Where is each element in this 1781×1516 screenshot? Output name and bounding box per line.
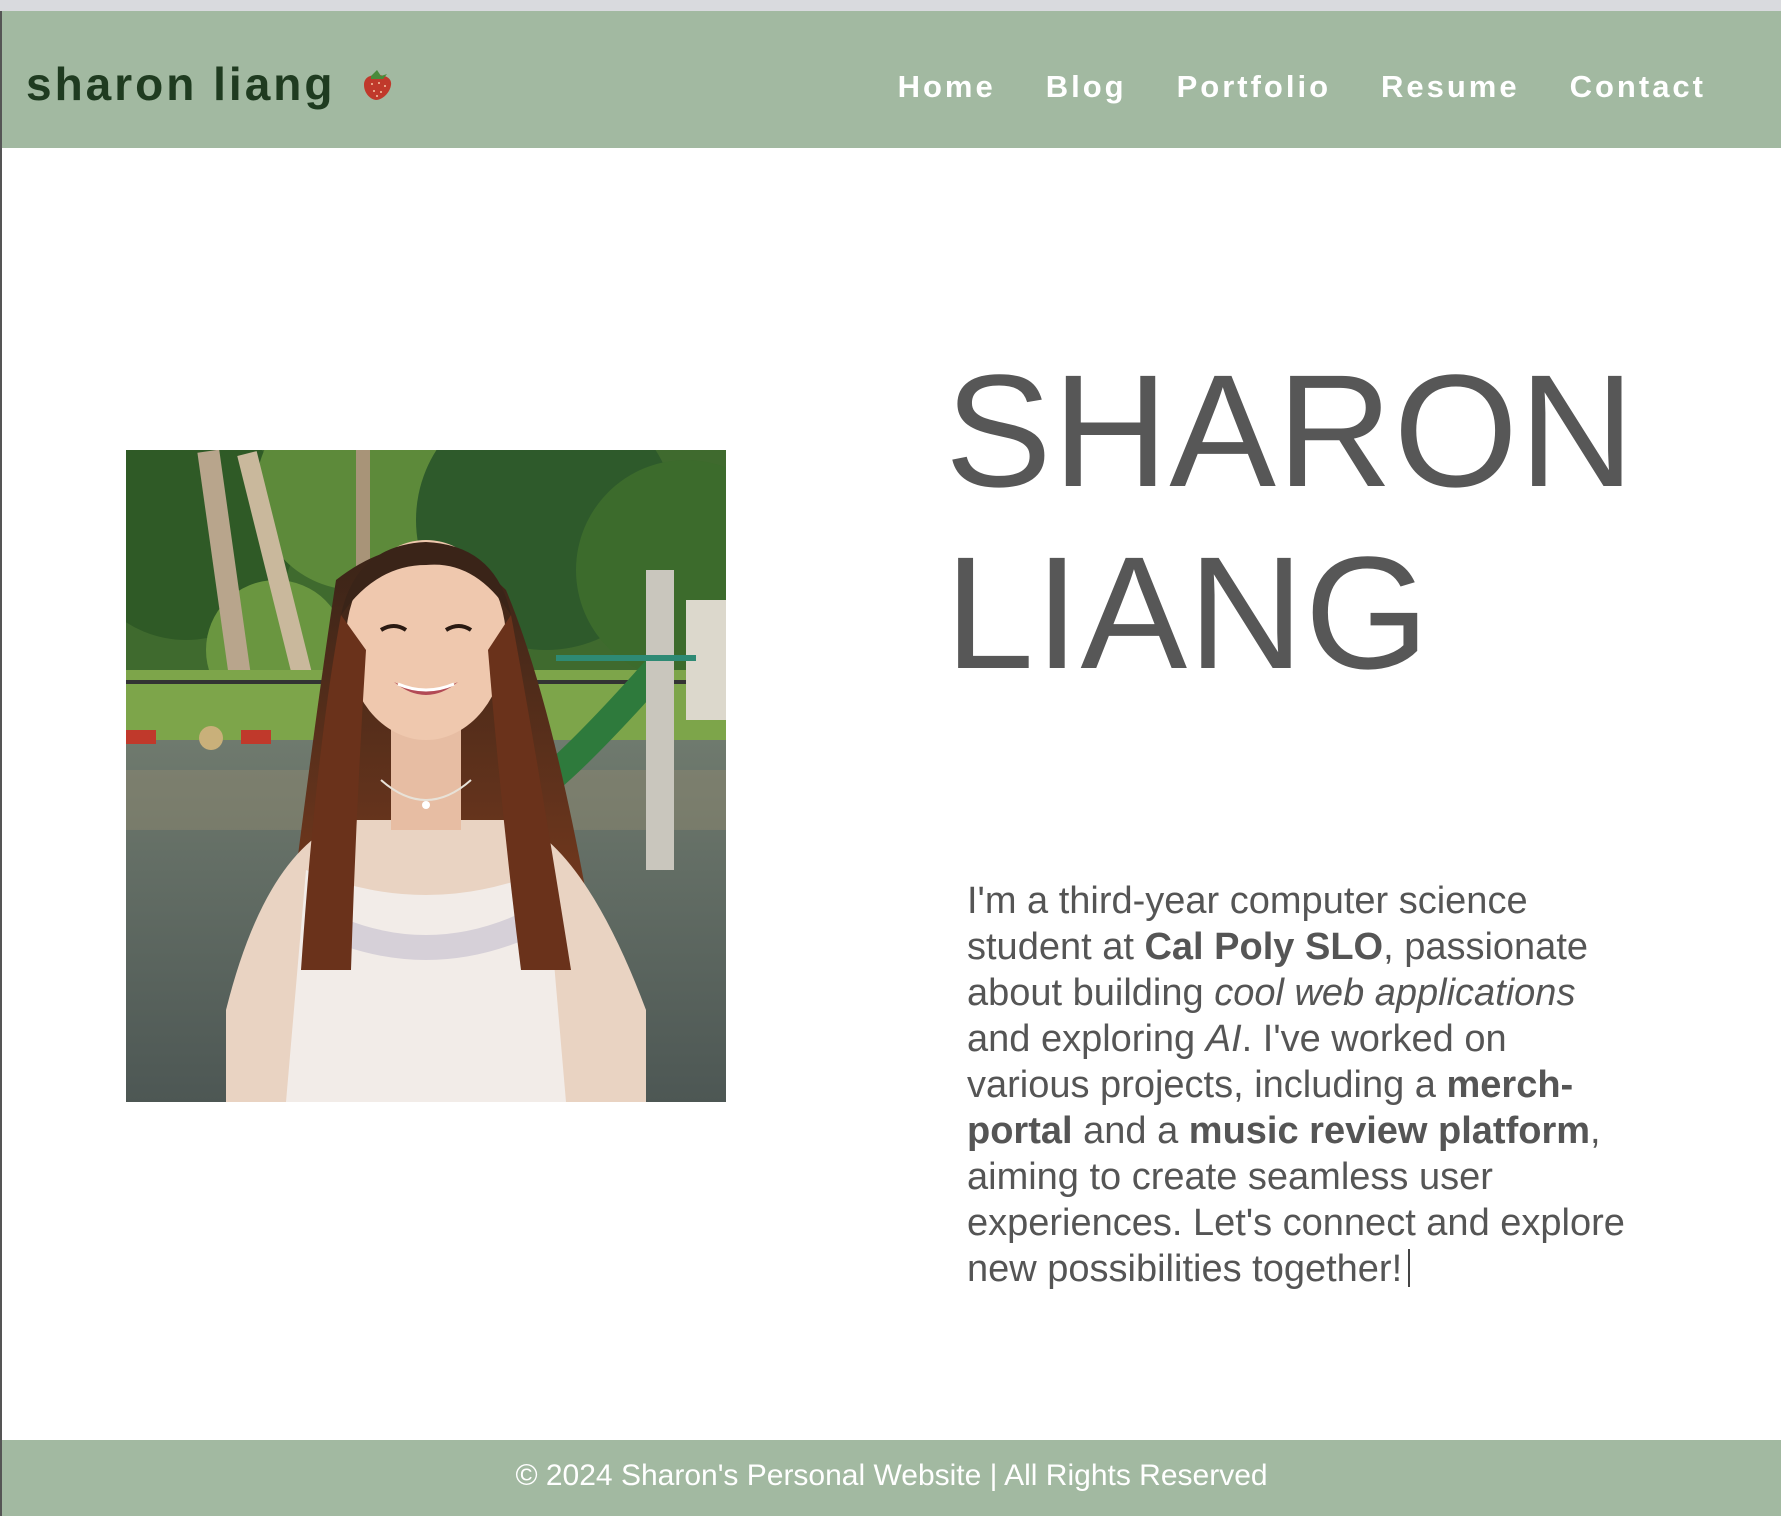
bio-project: music review platform: [1188, 1110, 1591, 1152]
footer-copyright: © 2024 Sharon's Personal Website | All R…: [515, 1459, 1268, 1492]
hero-name-first: SHARON: [945, 341, 1636, 520]
bio-emphasis: AI: [1205, 1018, 1242, 1060]
hero-name: SHARON LIANG: [945, 340, 1636, 704]
strawberry-icon: [361, 67, 393, 101]
main-nav: Home Blog Portfolio Resume Contact: [848, 71, 1706, 102]
profile-photo: [126, 450, 726, 1102]
brand-name: sharon liang: [26, 58, 336, 110]
bio-text: and a: [1072, 1110, 1189, 1152]
profile-photo-illustration: [126, 450, 726, 1102]
brand[interactable]: sharon liang: [26, 61, 393, 107]
footer: © 2024 Sharon's Personal Website | All R…: [2, 1440, 1781, 1516]
typing-caret: [1408, 1249, 1411, 1287]
nav-portfolio-link[interactable]: Portfolio: [1177, 71, 1331, 102]
bio-school: Cal Poly SLO: [1144, 926, 1384, 968]
nav-home-link[interactable]: Home: [898, 71, 996, 102]
bio-text: and exploring: [967, 1018, 1206, 1060]
browser-top-strip: [0, 0, 1781, 11]
bio-emphasis: cool web applications: [1214, 972, 1576, 1014]
nav-blog-link[interactable]: Blog: [1046, 71, 1127, 102]
nav-contact-link[interactable]: Contact: [1570, 71, 1706, 102]
window-edge: [0, 11, 2, 1516]
hero-name-last: LIANG: [945, 523, 1431, 702]
navbar: sharon liang Home Blog Portfolio Resume …: [2, 11, 1781, 148]
bio-paragraph: I'm a third-year computer science studen…: [967, 878, 1627, 1292]
nav-resume-link[interactable]: Resume: [1381, 71, 1520, 102]
